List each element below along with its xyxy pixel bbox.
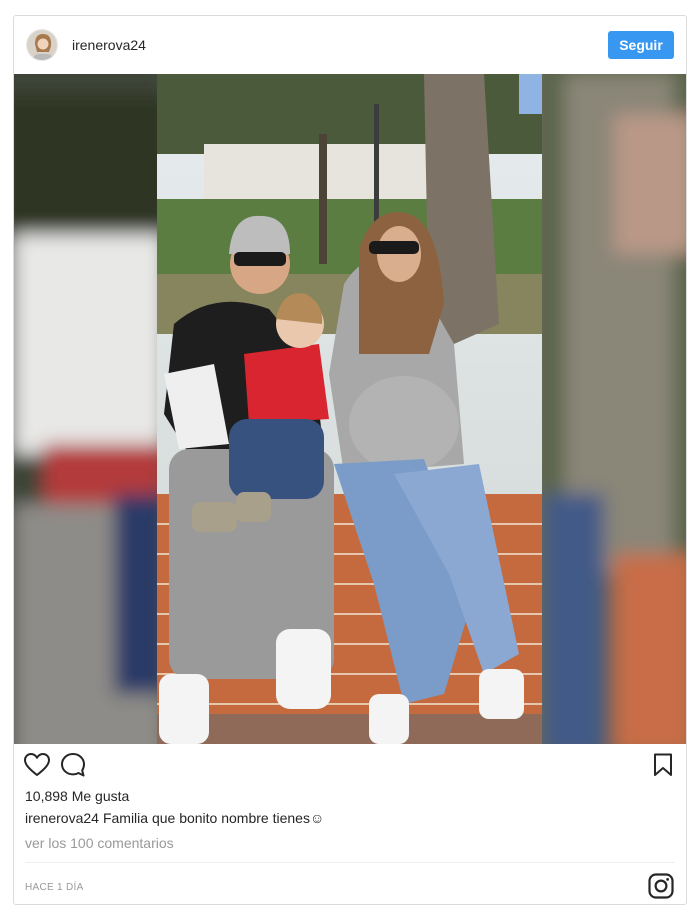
post-actions xyxy=(24,752,676,778)
post-timestamp: HACE 1 DÍA xyxy=(25,882,84,893)
follow-button[interactable]: Seguir xyxy=(608,31,674,59)
post-header: irenerova24 Seguir xyxy=(14,16,686,74)
post-username[interactable]: irenerova24 xyxy=(72,37,146,53)
avatar[interactable] xyxy=(26,29,58,61)
caption-text: Familia que bonito nombre tienes☺ xyxy=(102,810,325,826)
post-caption: irenerova24 Familia que bonito nombre tie… xyxy=(25,810,324,826)
instagram-icon[interactable] xyxy=(648,873,674,899)
family-photo xyxy=(157,74,542,744)
likes-count[interactable]: 10,898 Me gusta xyxy=(25,788,129,804)
post-photo[interactable] xyxy=(14,74,686,744)
comment-bubble-icon[interactable] xyxy=(60,752,86,778)
heart-icon[interactable] xyxy=(24,752,50,778)
view-comments-link[interactable]: ver los 100 comentarios xyxy=(25,835,174,851)
blurred-right-background xyxy=(541,74,686,744)
footer-divider xyxy=(25,862,675,863)
caption-username[interactable]: irenerova24 xyxy=(25,810,99,826)
bookmark-icon[interactable] xyxy=(650,752,676,778)
blurred-left-background xyxy=(14,74,174,744)
instagram-embed-card: irenerova24 Seguir 10,898 Me gusta irene… xyxy=(13,15,687,905)
